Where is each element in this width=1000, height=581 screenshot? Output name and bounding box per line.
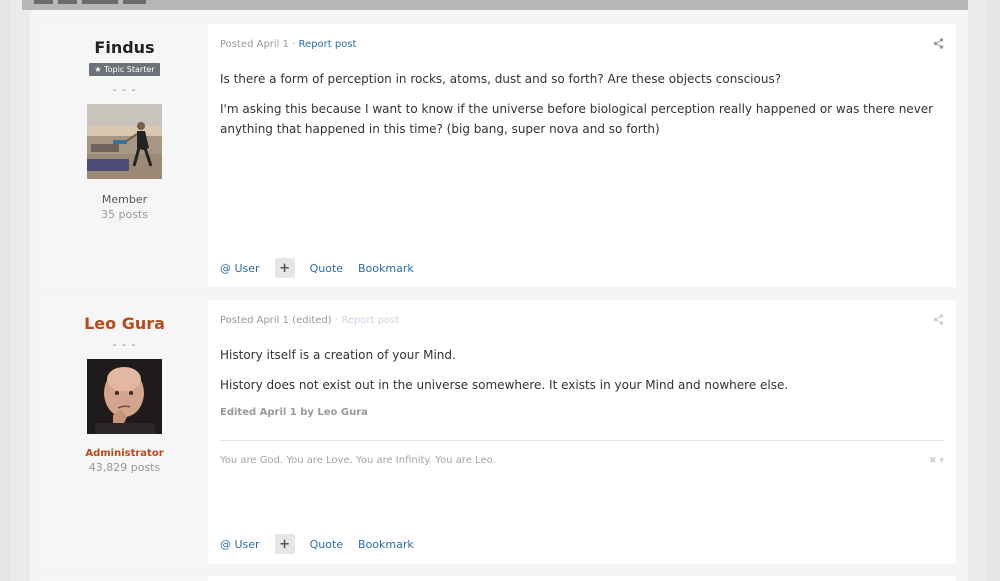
multiquote-plus-button[interactable]: + xyxy=(274,258,295,278)
separator: · xyxy=(331,315,342,326)
report-post-link[interactable]: Report post xyxy=(299,39,357,50)
forum-post: Findus ★ Topic Starter - - - Member 35 p… xyxy=(41,24,956,287)
quote-link[interactable]: Quote xyxy=(310,538,343,551)
posted-date[interactable]: Posted April 1 xyxy=(220,39,289,50)
author-name[interactable]: Findus xyxy=(41,38,208,57)
avatar[interactable] xyxy=(87,359,162,434)
post-paragraph: I'm asking this because I want to know i… xyxy=(220,102,934,136)
pagination-button[interactable] xyxy=(82,0,118,4)
pagination-button[interactable] xyxy=(58,0,77,4)
signature-divider xyxy=(220,440,944,441)
signature-controls-icon[interactable]: ✖ ▾ xyxy=(929,456,944,466)
pagination-button[interactable] xyxy=(123,0,146,4)
mention-user-link[interactable]: @ User xyxy=(220,538,260,551)
post-body: History itself is a creation of your Min… xyxy=(220,345,934,405)
author-panel xyxy=(41,576,208,581)
share-icon[interactable] xyxy=(933,38,944,52)
forum-post xyxy=(41,576,956,581)
report-post-link[interactable]: Report post xyxy=(341,315,399,326)
signature: You are God. You are Love. You are Infin… xyxy=(220,455,496,466)
member-rank: Administrator xyxy=(85,448,164,459)
author-panel: Findus ★ Topic Starter - - - Member 35 p… xyxy=(41,24,208,287)
share-icon[interactable] xyxy=(933,314,944,328)
forum-post: Leo Gura - - - Administrator 43,829 post… xyxy=(41,300,956,564)
post-count: 43,829 posts xyxy=(88,461,161,474)
author-title: - - - xyxy=(112,83,137,96)
author-title: - - - xyxy=(112,338,137,351)
bookmark-link[interactable]: Bookmark xyxy=(358,538,414,551)
post-count: 35 posts xyxy=(101,208,148,221)
post-meta: Posted April 1 · Report post xyxy=(220,39,356,50)
quote-link[interactable]: Quote xyxy=(310,262,343,275)
post-paragraph: Is there a form of perception in rocks, … xyxy=(220,72,782,86)
post-content: Posted April 1 (edited) · Report post Hi… xyxy=(220,300,944,564)
avatar[interactable] xyxy=(87,104,162,179)
author-name[interactable]: Leo Gura xyxy=(41,314,208,333)
post-meta: Posted April 1 (edited) · Report post xyxy=(220,315,399,326)
topic-starter-badge: ★ Topic Starter xyxy=(89,63,160,76)
posted-date[interactable]: Posted April 1 (edited) xyxy=(220,315,332,326)
author-panel: Leo Gura - - - Administrator 43,829 post… xyxy=(41,300,208,564)
post-body: Is there a form of perception in rocks, … xyxy=(220,69,934,149)
post-content: Posted April 1 · Report post Is there a … xyxy=(220,24,944,287)
post-paragraph: History does not exist out in the univer… xyxy=(220,378,789,392)
edited-note: Edited April 1 by Leo Gura xyxy=(220,407,368,418)
mention-user-link[interactable]: @ User xyxy=(220,262,260,275)
pagination-button[interactable] xyxy=(34,0,53,4)
member-rank: Member xyxy=(101,193,148,206)
multiquote-plus-button[interactable]: + xyxy=(274,534,295,554)
bookmark-link[interactable]: Bookmark xyxy=(358,262,414,275)
separator: · xyxy=(289,39,299,50)
post-paragraph: History itself is a creation of your Min… xyxy=(220,348,456,362)
top-pagination-bar xyxy=(22,0,968,10)
post-actions: @ User + Quote Bookmark xyxy=(220,258,429,278)
post-actions: @ User + Quote Bookmark xyxy=(220,534,429,554)
